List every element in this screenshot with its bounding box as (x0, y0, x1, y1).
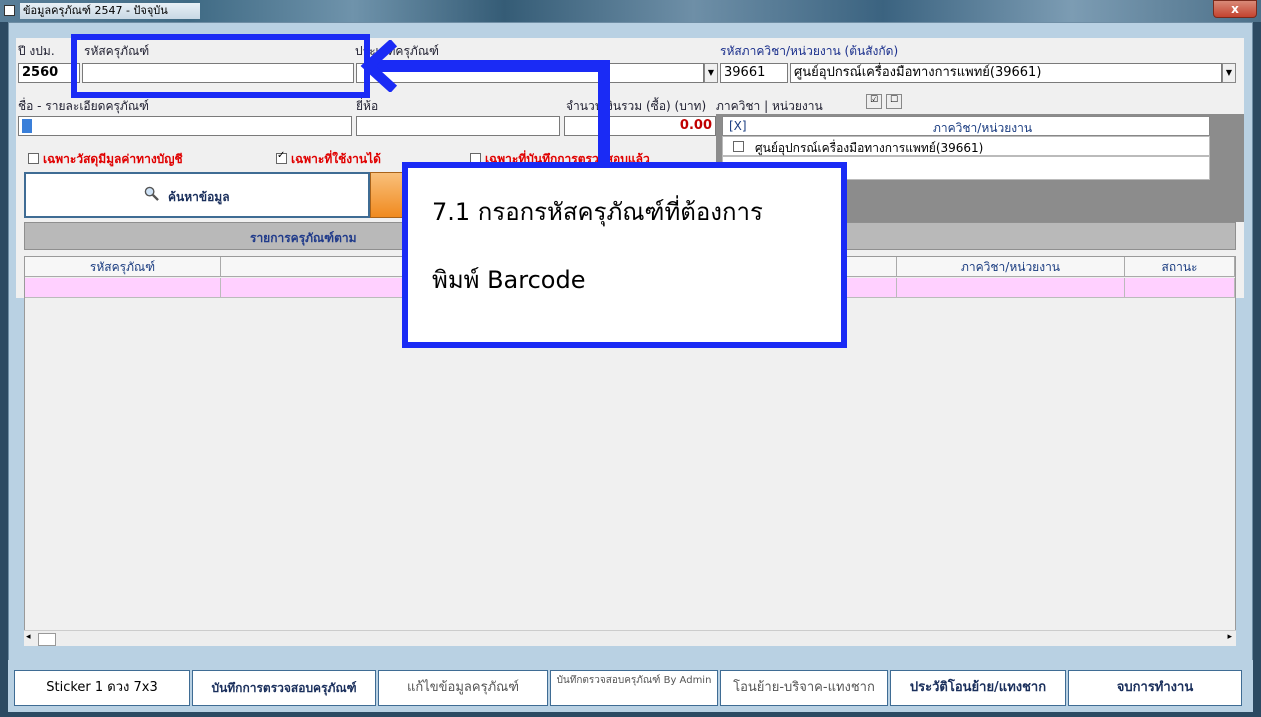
fiscal-year-label: ปี งปม. (18, 44, 55, 58)
transfer-button[interactable]: โอนย้าย-บริจาค-แทงชาก (720, 670, 888, 706)
arrow-left-icon (360, 40, 398, 92)
table-row-cell[interactable] (1125, 278, 1235, 298)
app-icon (4, 5, 15, 16)
filter-usable[interactable]: เฉพาะที่ใช้งานได้ (276, 150, 381, 169)
callout-connector (598, 60, 610, 168)
chevron-down-icon[interactable]: ▼ (1222, 63, 1236, 83)
transfer-history-button[interactable]: ประวัติโอนย้าย/แทงชาก (890, 670, 1066, 706)
print-sticker-button[interactable]: Sticker 1 ดวง 7x3 (14, 670, 190, 706)
close-button[interactable]: x (1213, 0, 1257, 18)
scroll-left-icon[interactable]: ◂ (26, 632, 31, 642)
brand-label: ยี่ห้อ (356, 99, 379, 113)
admin-inspection-button[interactable]: บันทึกตรวจสอบครุภัณฑ์ By Admin (550, 670, 718, 706)
select-all-icon[interactable]: ☑ (866, 94, 882, 109)
amount-field[interactable]: 0.00 (564, 116, 716, 136)
dept-code-label: รหัสภาควิชา/หน่วยงาน (ต้นสังกัด) (720, 44, 899, 58)
amount-label: จำนวนเงินรวม (ซื้อ) (บาท) (566, 99, 707, 113)
checkbox-checked-icon[interactable] (276, 150, 287, 164)
dept-code-field[interactable]: 39661 (720, 63, 788, 83)
asset-name-field[interactable] (18, 116, 352, 136)
list-title: รายการครุภัณฑ์ตาม (250, 231, 357, 245)
edit-asset-button[interactable]: แก้ไขข้อมูลครุภัณฑ์ (378, 670, 548, 706)
chevron-down-icon[interactable]: ▼ (704, 63, 718, 83)
table-row-cell[interactable] (25, 278, 221, 298)
window-title: ข้อมูลครุภัณฑ์ 2547 - ปัจจุบัน (20, 3, 200, 19)
clear-all-icon[interactable]: ☐ (886, 94, 902, 109)
text-cursor (22, 118, 32, 133)
annotation-line-2: พิมพ์ Barcode (432, 266, 586, 294)
dept-grid-check-header[interactable]: [X] (729, 119, 747, 133)
save-inspection-button[interactable]: บันทึกการตรวจสอบครุภัณฑ์ (192, 670, 376, 706)
scrollbar-thumb[interactable] (38, 633, 56, 646)
scroll-right-icon[interactable]: ▸ (1227, 632, 1232, 642)
filter-accounting-value[interactable]: เฉพาะวัสดุมีมูลค่าทางบัญชี (28, 150, 183, 169)
filter-accounting-label: เฉพาะวัสดุมีมูลค่าทางบัญชี (43, 152, 183, 166)
column-header-code[interactable]: รหัสครุภัณฑ์ (25, 257, 221, 277)
annotation-callout: 7.1 กรอกรหัสครุภัณฑ์ที่ต้องการ พิมพ์ Bar… (402, 162, 847, 348)
dept-name-select[interactable]: ศูนย์อุปกรณ์เครื่องมือทางการแพทย์(39661) (790, 63, 1222, 83)
highlight-box (71, 34, 370, 98)
column-header-dept[interactable]: ภาควิชา/หน่วยงาน (897, 257, 1125, 277)
brand-field[interactable] (356, 116, 560, 136)
horizontal-scrollbar[interactable]: ◂ ▸ (24, 630, 1236, 646)
column-header-status[interactable]: สถานะ (1125, 257, 1235, 277)
dept-grid-row[interactable]: ศูนย์อุปกรณ์เครื่องมือทางการแพทย์(39661) (722, 136, 1210, 156)
search-icon (144, 186, 159, 201)
filter-usable-label: เฉพาะที่ใช้งานได้ (291, 152, 381, 166)
dept-grid-header: [X] ภาควิชา/หน่วยงาน (722, 116, 1210, 136)
asset-name-label: ชื่อ - รายละเอียดครุภัณฑ์ (18, 99, 149, 113)
table-row-cell[interactable] (897, 278, 1125, 298)
annotation-line-1: 7.1 กรอกรหัสครุภัณฑ์ที่ต้องการ (432, 198, 763, 226)
dept-row-checkbox[interactable] (733, 141, 744, 152)
search-button-label: ค้นหาข้อมูล (168, 190, 230, 204)
exit-button[interactable]: จบการทำงาน (1068, 670, 1242, 706)
search-button[interactable]: ค้นหาข้อมูล (24, 172, 370, 218)
checkbox-icon[interactable] (28, 153, 39, 164)
